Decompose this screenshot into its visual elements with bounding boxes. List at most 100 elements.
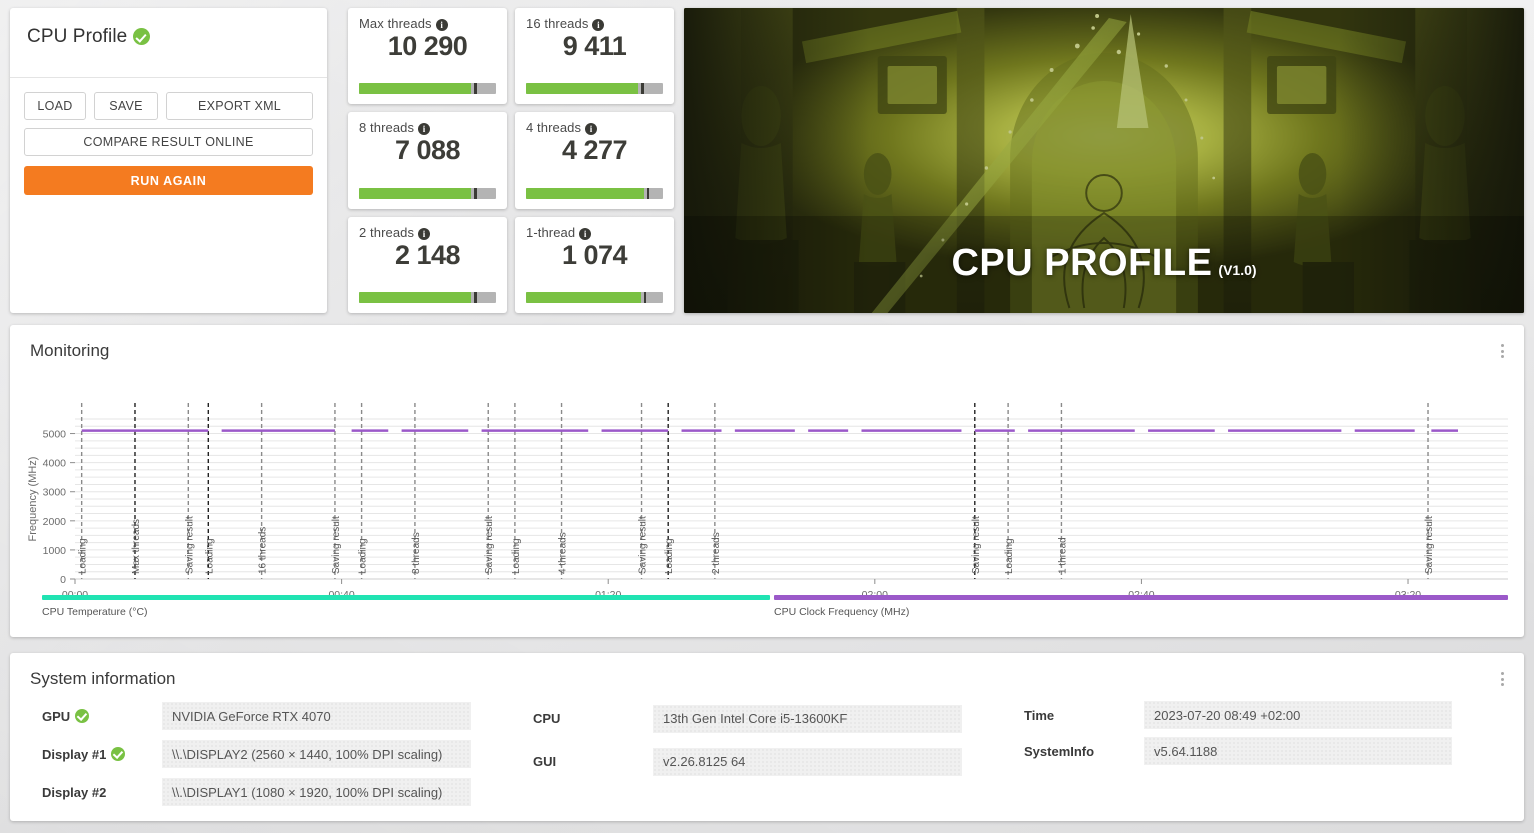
save-button[interactable]: SAVE: [94, 92, 158, 120]
score-value: 10 290: [387, 31, 468, 61]
score-card[interactable]: Max threads i 10 290: [348, 8, 507, 105]
page-title: CPU Profile: [27, 26, 151, 48]
svg-text:Frequency (MHz): Frequency (MHz): [27, 457, 39, 542]
system-info-row: GUI v2.26.8125 64: [501, 740, 992, 783]
system-information-grid: GPU NVIDIA GeForce RTX 4070 Display #1 \…: [10, 697, 1524, 811]
svg-text:2 threads: 2 threads: [711, 532, 722, 574]
monitoring-section: Monitoring 0 1000 2000 3000 4000 5000 Frequenc…: [10, 325, 1524, 637]
score-label: 1-thread i: [526, 225, 663, 240]
system-info-value: v2.26.8125 64: [653, 747, 962, 776]
info-icon[interactable]: i: [592, 19, 605, 31]
verified-check-icon: [133, 28, 151, 45]
top-row: CPU Profile LOAD SAVE EXPORT XML COMPARE…: [10, 8, 1524, 313]
score-progress-marker: [646, 187, 650, 199]
svg-text:8 threads: 8 threads: [411, 532, 422, 574]
info-icon[interactable]: i: [435, 19, 448, 31]
svg-text:Loading: Loading: [358, 538, 369, 574]
cpu-profile-panel: CPU Profile LOAD SAVE EXPORT XML COMPARE…: [10, 8, 327, 313]
info-icon[interactable]: i: [585, 123, 598, 136]
score-card[interactable]: 2 threads i 2 148: [348, 216, 507, 313]
score-progress-bar: [526, 292, 663, 303]
score-label-text: 16 threads: [526, 16, 589, 31]
svg-text:1 thread: 1 thread: [1057, 537, 1068, 574]
system-info-key: GUI: [533, 754, 557, 769]
load-button[interactable]: LOAD: [24, 92, 86, 120]
system-info-key-text: GPU: [42, 708, 71, 724]
export-xml-button[interactable]: EXPORT XML: [166, 92, 313, 120]
score-value: 1 074: [561, 239, 628, 270]
system-info-column-3: Time 2023-07-20 08:49 +02:00 SystemInfo …: [992, 697, 1482, 811]
system-info-value: 13th Gen Intel Core i5-13600KF: [653, 704, 962, 733]
system-info-row: SystemInfo v5.64.1188: [992, 733, 1482, 769]
hero-title-group: CPU PROFILE (V1.0): [684, 242, 1524, 285]
monitoring-chart[interactable]: 010002000300040005000Frequency (MHz)00:0…: [10, 361, 1524, 611]
svg-text:Loading: Loading: [78, 538, 89, 574]
score-label: 16 threads i: [526, 16, 663, 31]
svg-text:4 threads: 4 threads: [558, 532, 569, 574]
score-value: 2 148: [394, 239, 461, 270]
monitoring-title: Monitoring: [30, 341, 110, 360]
chart-canvas: 010002000300040005000Frequency (MHz)00:0…: [27, 403, 1508, 601]
system-information-header: System information: [10, 653, 1524, 689]
score-card[interactable]: 4 threads i 4 277: [515, 112, 674, 209]
kebab-menu-icon[interactable]: [1494, 341, 1510, 361]
svg-text:0: 0: [60, 574, 66, 586]
svg-text:Max threads: Max threads: [131, 519, 142, 574]
system-info-value: v5.64.1188: [1144, 737, 1452, 765]
verified-check-icon: [75, 708, 90, 723]
system-information-section: System information GPU NVIDIA GeForce RT…: [10, 653, 1524, 821]
score-progress-marker: [641, 83, 644, 95]
run-again-button[interactable]: RUN AGAIN: [24, 166, 313, 195]
score-progress-bar: [359, 292, 496, 303]
svg-text:Loading: Loading: [204, 538, 215, 574]
score-card[interactable]: 1-thread i 1 074: [515, 216, 674, 313]
score-label-text: 4 threads: [526, 120, 582, 136]
info-icon[interactable]: i: [418, 123, 431, 136]
system-info-key-text: Display #1: [42, 746, 107, 762]
score-label-text: 2 threads: [359, 224, 415, 240]
score-progress-marker: [474, 187, 477, 199]
legend-label-temperature: CPU Temperature (°C): [42, 606, 148, 618]
score-progress-marker: [643, 292, 647, 303]
score-progress-fill: [526, 187, 644, 199]
svg-text:2000: 2000: [43, 516, 67, 528]
score-progress-bar: [359, 83, 496, 95]
svg-text:5000: 5000: [43, 429, 67, 441]
system-info-value: 2023-07-20 08:49 +02:00: [1144, 701, 1452, 729]
svg-text:Saving result: Saving result: [331, 516, 342, 574]
score-progress-fill: [526, 83, 639, 95]
hero-title: CPU PROFILE: [951, 242, 1213, 284]
svg-text:Saving result: Saving result: [1424, 516, 1435, 574]
info-icon[interactable]: i: [579, 227, 592, 240]
system-info-row: GPU NVIDIA GeForce RTX 4070: [10, 697, 501, 735]
system-info-value: \\.\DISPLAY2 (2560 × 1440, 100% DPI scal…: [162, 740, 471, 768]
system-info-column-2: CPU 13th Gen Intel Core i5-13600KF GUI v…: [501, 697, 992, 811]
score-progress-fill: [526, 292, 642, 303]
score-card[interactable]: 16 threads i 9 411: [515, 8, 674, 105]
svg-text:Loading: Loading: [664, 538, 675, 574]
legend-label-clock: CPU Clock Frequency (MHz): [774, 606, 910, 618]
score-card[interactable]: 8 threads i 7 088: [348, 112, 507, 209]
system-info-row: Time 2023-07-20 08:49 +02:00: [992, 697, 1482, 733]
score-label: Max threads i: [359, 16, 496, 31]
score-card-grid: Max threads i 10 290 16 threads i 9 411 8 …: [348, 8, 674, 313]
system-info-value: \\.\DISPLAY1 (1080 × 1920, 100% DPI scal…: [162, 778, 471, 806]
system-info-row: Display #2 \\.\DISPLAY1 (1080 × 1920, 10…: [10, 773, 501, 811]
kebab-menu-icon[interactable]: [1494, 669, 1510, 689]
score-progress-fill: [359, 292, 472, 303]
compare-result-online-button[interactable]: COMPARE RESULT ONLINE: [24, 128, 313, 156]
verified-check-icon: [111, 746, 126, 761]
panel-title-text: CPU Profile: [27, 26, 128, 47]
score-label-text: 8 threads: [359, 120, 415, 136]
system-info-key: Display #2: [42, 784, 107, 800]
svg-text:Loading: Loading: [511, 538, 522, 574]
system-information-title: System information: [30, 669, 176, 688]
svg-text:Saving result: Saving result: [484, 516, 495, 574]
svg-text:Saving result: Saving result: [971, 516, 982, 574]
svg-text:16 threads: 16 threads: [258, 527, 269, 574]
score-value: 7 088: [394, 135, 461, 166]
score-progress-fill: [359, 187, 472, 199]
score-label-text: 1-thread: [526, 224, 576, 240]
benchmark-hero-banner[interactable]: CPU PROFILE (V1.0): [684, 8, 1524, 313]
info-icon[interactable]: i: [418, 227, 431, 240]
